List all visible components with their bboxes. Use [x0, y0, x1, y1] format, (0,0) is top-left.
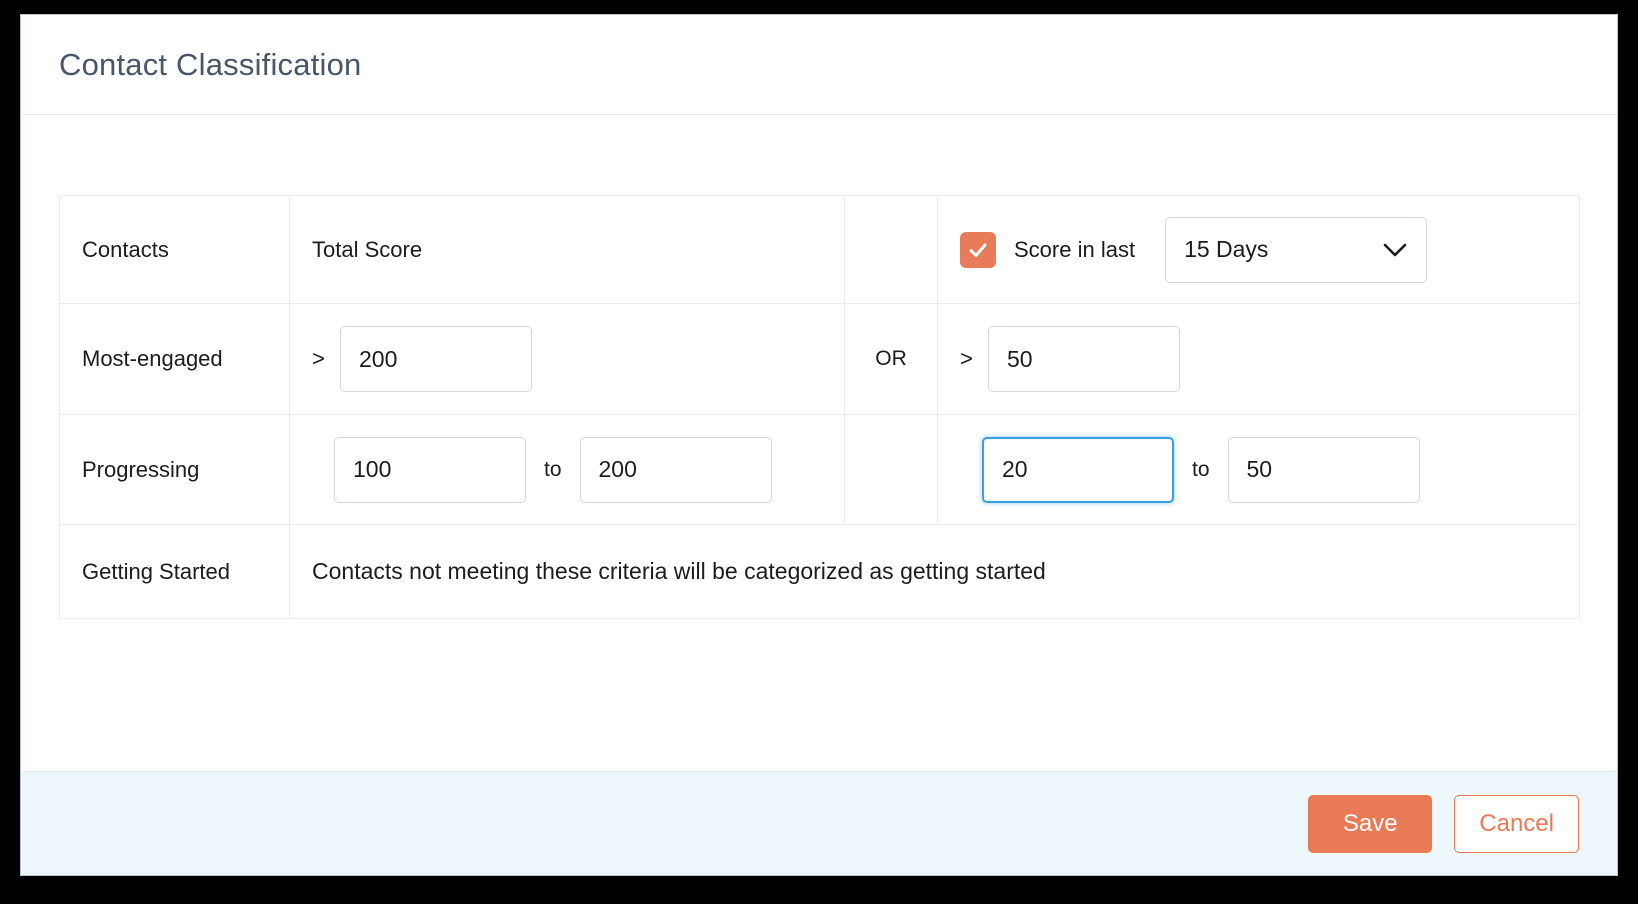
header-label-contacts: Contacts [82, 236, 169, 262]
table-row: Most-engaged > OR > [59, 303, 1580, 415]
row-label-progressing: Progressing [82, 456, 200, 482]
score-in-last-checkbox[interactable] [960, 231, 996, 268]
row-label-most-engaged-cell: Most-engaged [59, 303, 290, 415]
save-button[interactable]: Save [1308, 794, 1433, 853]
score-in-last-label: Score in last [1014, 236, 1136, 262]
page-title: Contact Classification [59, 46, 362, 82]
progressing-total-score-joiner: to [544, 457, 562, 481]
progressing-recent-score-to-input[interactable] [1227, 436, 1420, 503]
dialog-footer: Save Cancel [21, 771, 1617, 875]
table-row: Getting Started Contacts not meeting the… [59, 524, 1580, 619]
most-engaged-total-score-cell: > [289, 303, 845, 415]
check-icon [969, 243, 987, 257]
progressing-total-score-to-input[interactable] [579, 436, 772, 503]
classification-criteria-table: Contacts Total Score Score in last 15 Da… [59, 195, 1580, 619]
row-label-progressing-cell: Progressing [59, 414, 290, 525]
most-engaged-total-score-input[interactable] [340, 326, 532, 392]
getting-started-description-cell: Contacts not meeting these criteria will… [289, 524, 1580, 619]
score-period-value: 15 Days [1184, 236, 1269, 262]
chevron-down-icon [1383, 243, 1407, 256]
row-label-getting-started-cell: Getting Started [59, 524, 290, 619]
progressing-recent-score-from-input[interactable] [982, 436, 1174, 503]
header-cell-score-in-last: Score in last 15 Days [937, 195, 1580, 304]
or-separator: OR [844, 303, 938, 415]
most-engaged-recent-operator: > [960, 346, 973, 371]
table-header-row: Contacts Total Score Score in last 15 Da… [59, 195, 1580, 304]
getting-started-description: Contacts not meeting these criteria will… [312, 558, 1046, 584]
or-spacer-progressing [844, 414, 938, 525]
header-label-total-score: Total Score [312, 236, 423, 262]
score-period-select[interactable]: 15 Days [1165, 216, 1428, 283]
progressing-total-score-cell: to [289, 414, 845, 525]
contact-classification-dialog: Contact Classification Contacts Total Sc… [20, 14, 1618, 876]
progressing-recent-score-cell: to [937, 414, 1580, 525]
cancel-button[interactable]: Cancel [1454, 794, 1579, 853]
row-label-most-engaged: Most-engaged [82, 346, 223, 371]
header-cell-or-spacer [844, 195, 938, 304]
table-row: Progressing to to [59, 414, 1580, 525]
dialog-header: Contact Classification [21, 15, 1617, 115]
most-engaged-recent-score-input[interactable] [988, 326, 1180, 392]
progressing-recent-score-joiner: to [1192, 457, 1210, 481]
most-engaged-recent-score-cell: > [937, 303, 1580, 415]
row-label-getting-started: Getting Started [82, 558, 230, 584]
header-cell-contacts: Contacts [59, 195, 290, 304]
dialog-body: Contacts Total Score Score in last 15 Da… [21, 115, 1617, 771]
progressing-total-score-from-input[interactable] [334, 436, 526, 503]
most-engaged-operator: > [312, 346, 325, 371]
header-cell-total-score: Total Score [289, 195, 845, 304]
